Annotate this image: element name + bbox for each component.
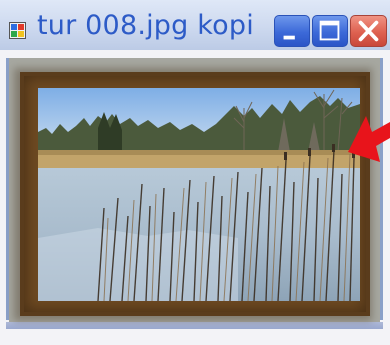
landscape-photo xyxy=(38,88,360,301)
close-button[interactable] xyxy=(350,15,387,47)
canvas-border-left xyxy=(6,58,9,320)
canvas-border-bottom xyxy=(6,322,383,329)
maximize-icon xyxy=(319,20,340,41)
canvas-border-right xyxy=(380,58,383,320)
image-window: tur 008.jpg kopi xyxy=(0,0,390,345)
title-bar[interactable]: tur 008.jpg kopi xyxy=(0,0,390,50)
minimize-icon xyxy=(283,35,295,40)
red-arrow-icon xyxy=(348,116,390,162)
maximize-button[interactable] xyxy=(312,15,348,47)
minimize-button[interactable] xyxy=(274,15,310,47)
close-icon xyxy=(358,20,379,42)
image-file-icon[interactable] xyxy=(9,22,26,39)
window-title: tur 008.jpg kopi xyxy=(37,10,254,41)
